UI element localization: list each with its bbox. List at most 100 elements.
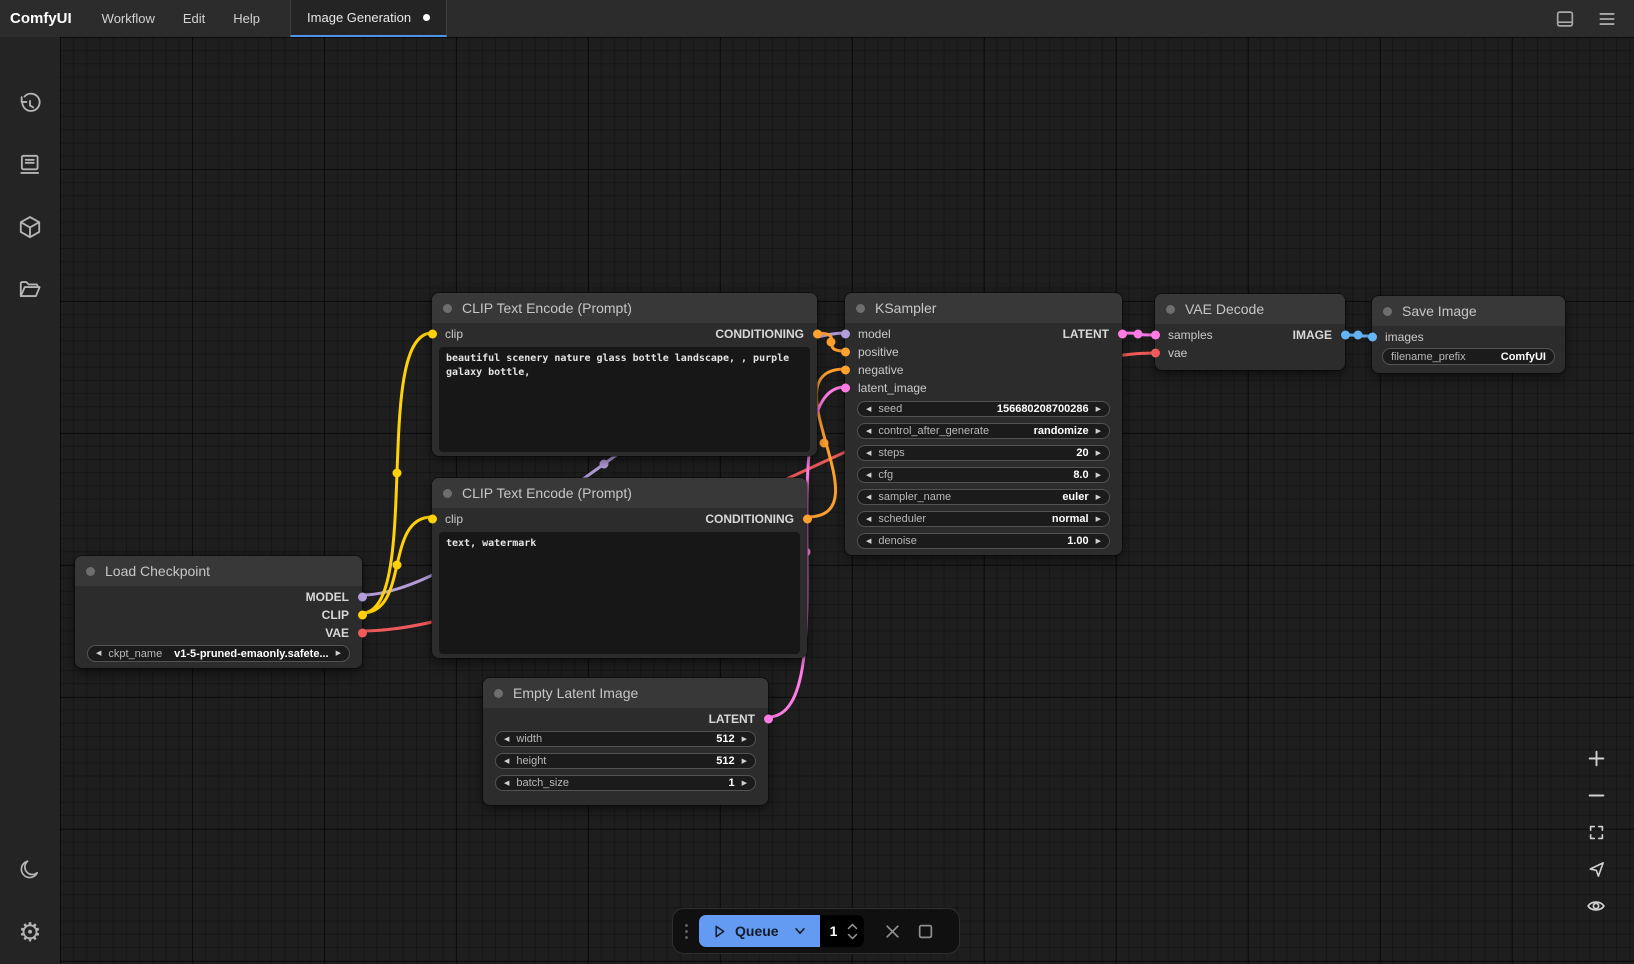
increment-arrow-icon[interactable]: ▶ xyxy=(1096,472,1101,479)
theme-toggle-button[interactable] xyxy=(12,852,48,888)
zoom-in-button[interactable] xyxy=(1584,746,1608,770)
node-title-bar[interactable]: CLIP Text Encode (Prompt) xyxy=(432,293,817,323)
node-title-bar[interactable]: Load Checkpoint xyxy=(75,556,362,586)
decrement-arrow-icon[interactable]: ◀ xyxy=(504,780,509,787)
widget-denoise[interactable]: ◀ denoise 1.00 ▶ xyxy=(857,533,1110,549)
input-port-negative[interactable] xyxy=(841,366,850,375)
node-title-bar[interactable]: Empty Latent Image xyxy=(483,678,768,708)
widget-width[interactable]: ◀ width 512 ▶ xyxy=(495,731,756,747)
node-vae-decode[interactable]: VAE Decode samples IMAGE vae xyxy=(1155,294,1345,370)
widget-batch-size[interactable]: ◀ batch_size 1 ▶ xyxy=(495,775,756,791)
bottom-panel-toggle-button[interactable] xyxy=(1552,6,1578,32)
node-title-bar[interactable]: KSampler xyxy=(845,293,1122,323)
sidebar-item-queue-history[interactable] xyxy=(12,87,48,123)
zoom-out-button[interactable] xyxy=(1584,783,1608,807)
node-ksampler[interactable]: KSampler model LATENT positive negative … xyxy=(845,293,1122,555)
output-port-latent[interactable] xyxy=(764,715,773,724)
input-port-positive[interactable] xyxy=(841,348,850,357)
decrement-arrow-icon[interactable]: ◀ xyxy=(866,406,871,413)
toggle-link-visibility-button[interactable] xyxy=(1584,894,1608,918)
increment-chevron-icon[interactable] xyxy=(847,923,858,930)
increment-arrow-icon[interactable]: ▶ xyxy=(742,758,747,765)
menu-help[interactable]: Help xyxy=(219,0,274,37)
node-title-bar[interactable]: Save Image xyxy=(1372,296,1565,326)
widget-ckpt-name[interactable]: ◀ ckpt_name v1-5-pruned-emaonly.safete..… xyxy=(87,645,350,662)
widget-height[interactable]: ◀ height 512 ▶ xyxy=(495,753,756,769)
output-port-image[interactable] xyxy=(1341,331,1350,340)
increment-arrow-icon[interactable]: ▶ xyxy=(1096,450,1101,457)
input-port-clip[interactable] xyxy=(428,515,437,524)
decrement-arrow-icon[interactable]: ◀ xyxy=(866,494,871,501)
decrement-arrow-icon[interactable]: ◀ xyxy=(96,650,101,657)
node-load-checkpoint[interactable]: Load Checkpoint MODEL CLIP VAE ◀ ckpt_na… xyxy=(75,556,362,668)
increment-arrow-icon[interactable]: ▶ xyxy=(336,650,341,657)
input-port-vae[interactable] xyxy=(1151,349,1160,358)
workflow-tab[interactable]: Image Generation xyxy=(290,0,447,37)
clear-queue-button[interactable] xyxy=(881,919,905,943)
sidebar-item-model-library[interactable] xyxy=(12,209,48,245)
sidebar-item-node-library[interactable] xyxy=(12,147,48,183)
widget-control-after-generate[interactable]: ◀ control_after_generate randomize ▶ xyxy=(857,423,1110,439)
prompt-textarea[interactable]: text, watermark xyxy=(439,532,800,654)
increment-arrow-icon[interactable]: ▶ xyxy=(1096,494,1101,501)
increment-arrow-icon[interactable]: ▶ xyxy=(1096,406,1101,413)
widget-filename-prefix[interactable]: filename_prefix ComfyUI xyxy=(1382,348,1555,365)
queue-button[interactable]: Queue xyxy=(699,915,820,947)
node-save-image[interactable]: Save Image images filename_prefix ComfyU… xyxy=(1372,296,1565,373)
output-port-vae[interactable] xyxy=(358,629,367,638)
input-port-clip[interactable] xyxy=(428,330,437,339)
node-empty-latent-image[interactable]: Empty Latent Image LATENT ◀ width 512 ▶ … xyxy=(483,678,768,805)
decrement-arrow-icon[interactable]: ◀ xyxy=(866,472,871,479)
output-port-conditioning[interactable] xyxy=(803,515,812,524)
node-title-bar[interactable]: VAE Decode xyxy=(1155,294,1345,324)
collapse-dot-icon[interactable] xyxy=(494,689,503,698)
output-port-model[interactable] xyxy=(358,593,367,602)
widget-sampler-name[interactable]: ◀ sampler_name euler ▶ xyxy=(857,489,1110,505)
menu-edit[interactable]: Edit xyxy=(169,0,219,37)
output-port-conditioning[interactable] xyxy=(813,330,822,339)
decrement-arrow-icon[interactable]: ◀ xyxy=(504,736,509,743)
output-port-clip[interactable] xyxy=(358,611,367,620)
increment-arrow-icon[interactable]: ▶ xyxy=(1096,538,1101,545)
drag-handle[interactable] xyxy=(683,924,690,939)
interrupt-button[interactable] xyxy=(914,919,938,943)
chevron-down-icon[interactable] xyxy=(793,924,807,938)
settings-button[interactable]: ⚙ xyxy=(12,914,48,950)
increment-arrow-icon[interactable]: ▶ xyxy=(1096,516,1101,523)
output-port-latent[interactable] xyxy=(1118,330,1127,339)
node-clip-text-encode-positive[interactable]: CLIP Text Encode (Prompt) clip CONDITION… xyxy=(432,293,817,456)
main-menu-button[interactable] xyxy=(1594,6,1620,32)
prompt-textarea[interactable]: beautiful scenery nature glass bottle la… xyxy=(439,347,810,452)
collapse-dot-icon[interactable] xyxy=(1383,307,1392,316)
decrement-arrow-icon[interactable]: ◀ xyxy=(504,758,509,765)
decrement-chevron-icon[interactable] xyxy=(847,933,858,940)
node-title-bar[interactable]: CLIP Text Encode (Prompt) xyxy=(432,478,807,508)
increment-arrow-icon[interactable]: ▶ xyxy=(742,780,747,787)
fit-view-button[interactable] xyxy=(1584,820,1608,844)
widget-scheduler[interactable]: ◀ scheduler normal ▶ xyxy=(857,511,1110,527)
menu-workflow[interactable]: Workflow xyxy=(88,0,169,37)
decrement-arrow-icon[interactable]: ◀ xyxy=(866,428,871,435)
decrement-arrow-icon[interactable]: ◀ xyxy=(866,538,871,545)
select-mode-button[interactable] xyxy=(1584,857,1608,881)
input-port-latent-image[interactable] xyxy=(841,384,850,393)
batch-count-stepper[interactable]: 1 xyxy=(820,915,864,947)
increment-arrow-icon[interactable]: ▶ xyxy=(1096,428,1101,435)
decrement-arrow-icon[interactable]: ◀ xyxy=(866,450,871,457)
node-clip-text-encode-negative[interactable]: CLIP Text Encode (Prompt) clip CONDITION… xyxy=(432,478,807,658)
collapse-dot-icon[interactable] xyxy=(856,304,865,313)
input-port-images[interactable] xyxy=(1368,333,1377,342)
sidebar-item-workflows[interactable] xyxy=(12,271,48,307)
input-port-model[interactable] xyxy=(841,330,850,339)
collapse-dot-icon[interactable] xyxy=(443,304,452,313)
collapse-dot-icon[interactable] xyxy=(86,567,95,576)
widget-seed[interactable]: ◀ seed 156680208700286 ▶ xyxy=(857,401,1110,417)
widget-cfg[interactable]: ◀ cfg 8.0 ▶ xyxy=(857,467,1110,483)
collapse-dot-icon[interactable] xyxy=(443,489,452,498)
widget-steps[interactable]: ◀ steps 20 ▶ xyxy=(857,445,1110,461)
increment-arrow-icon[interactable]: ▶ xyxy=(742,736,747,743)
collapse-dot-icon[interactable] xyxy=(1166,305,1175,314)
decrement-arrow-icon[interactable]: ◀ xyxy=(866,516,871,523)
input-port-samples[interactable] xyxy=(1151,331,1160,340)
batch-count-value[interactable]: 1 xyxy=(826,923,842,939)
